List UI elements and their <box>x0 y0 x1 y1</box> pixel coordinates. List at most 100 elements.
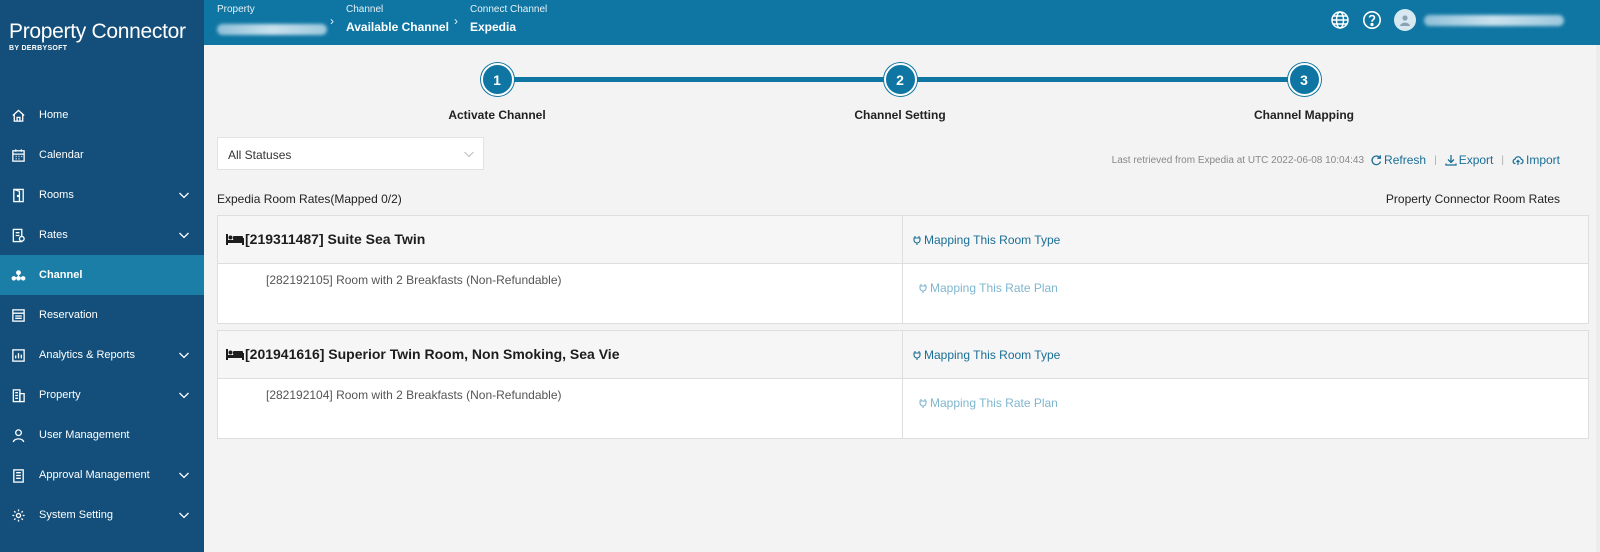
sidebar-item-analytics-reports[interactable]: Analytics & Reports <box>0 335 204 375</box>
user-icon <box>10 427 27 444</box>
room-cell: [219311487] Suite Sea Twin <box>218 216 903 263</box>
calendar-icon <box>10 147 27 164</box>
room-title: [219311487] Suite Sea Twin <box>226 231 425 247</box>
step-channel-mapping: 3 Channel Mapping <box>1204 63 1404 122</box>
sidebar-item-label: Reservation <box>39 309 98 321</box>
mapping-room-type-link[interactable]: Mapping This Room Type <box>912 233 1060 247</box>
sidebar-item-user-management[interactable]: User Management <box>0 415 204 455</box>
sidebar-item-label: Calendar <box>39 149 84 161</box>
rate-row: [282192104] Room with 2 Breakfasts (Non-… <box>218 379 1588 438</box>
step-label: Channel Mapping <box>1254 108 1354 122</box>
export-button[interactable]: Export <box>1445 153 1493 167</box>
user-avatar-icon <box>1400 15 1410 26</box>
room-title-text: [201941616] Superior Twin Room, Non Smok… <box>245 346 620 362</box>
room-title: [201941616] Superior Twin Room, Non Smok… <box>226 346 619 362</box>
room-mapping-card: [201941616] Superior Twin Room, Non Smok… <box>217 330 1589 439</box>
sidebar-item-property[interactable]: Property <box>0 375 204 415</box>
sidebar-item-rooms[interactable]: Rooms <box>0 175 204 215</box>
sidebar-item-label: Approval Management <box>39 469 150 481</box>
sidebar-item-calendar[interactable]: Calendar <box>0 135 204 175</box>
sidebar-item-reservation[interactable]: Reservation <box>0 295 204 335</box>
expedia-room-rates-title: Expedia Room Rates(Mapped 0/2) <box>217 192 402 206</box>
last-retrieved-text: Last retrieved from Expedia at UTC 2022-… <box>1111 154 1365 166</box>
chevron-down-icon[interactable] <box>178 389 190 401</box>
avatar[interactable] <box>1394 9 1416 31</box>
breadcrumb-channel[interactable]: Channel Available Channel <box>346 4 449 34</box>
room-mapping-cell: Mapping This Room Type <box>903 331 1588 378</box>
download-icon <box>1445 155 1457 166</box>
toolbar-actions: Last retrieved from Expedia at UTC 2022-… <box>1112 153 1560 167</box>
app-logo[interactable]: Property Connector BY DERBYSOFT <box>9 20 186 52</box>
import-button[interactable]: Import <box>1512 153 1560 167</box>
home-icon <box>10 107 27 124</box>
separator: | <box>1501 154 1504 166</box>
sidebar-item-rates[interactable]: Rates <box>0 215 204 255</box>
separator: | <box>1434 154 1437 166</box>
chevron-down-icon[interactable] <box>178 349 190 361</box>
step-label: Channel Setting <box>854 108 946 122</box>
room-mapping-card: [219311487] Suite Sea Twin Mapping This … <box>217 215 1589 324</box>
room-row: [201941616] Superior Twin Room, Non Smok… <box>218 331 1588 379</box>
help-icon[interactable] <box>1362 10 1382 30</box>
sidebar-item-label: Rates <box>39 229 68 241</box>
mapping-rate-plan-label: Mapping This Rate Plan <box>930 396 1058 410</box>
mapping-rate-plan-link[interactable]: Mapping This Rate Plan <box>918 281 1058 295</box>
sidebar-item-system-setting[interactable]: System Setting <box>0 495 204 535</box>
step-number: 1 <box>480 63 514 96</box>
building-icon <box>10 387 27 404</box>
sidebar-item-channel[interactable]: Channel <box>0 255 204 295</box>
mapping-room-type-label: Mapping This Room Type <box>924 233 1061 247</box>
status-filter-select[interactable]: All Statuses <box>217 137 484 170</box>
step-channel-setting: 2 Channel Setting <box>800 63 1000 122</box>
sidebar-item-label: Property <box>39 389 81 401</box>
clipboard-icon <box>10 467 27 484</box>
app-subtitle: BY DERBYSOFT <box>9 45 68 52</box>
sidebar: Property Connector BY DERBYSOFT Home Cal… <box>0 0 204 552</box>
breadcrumb-property-value-redacted <box>217 22 327 40</box>
room-title-text: [219311487] Suite Sea Twin <box>245 231 426 247</box>
sidebar-nav: Home Calendar Rooms Rates Channel Reserv… <box>0 95 204 535</box>
sidebar-item-label: Analytics & Reports <box>39 349 135 361</box>
top-bar: Property › Channel Available Channel › C… <box>204 0 1600 45</box>
sidebar-item-label: Home <box>39 109 69 121</box>
sidebar-item-label: Rooms <box>39 189 74 201</box>
chevron-down-icon[interactable] <box>178 469 190 481</box>
refresh-icon <box>1371 155 1382 166</box>
property-connector-room-rates-title: Property Connector Room Rates <box>1385 192 1560 206</box>
refresh-label: Refresh <box>1384 153 1427 167</box>
mapping-rate-plan-link[interactable]: Mapping This Rate Plan <box>918 396 1058 410</box>
room-cell: [201941616] Superior Twin Room, Non Smok… <box>218 331 903 378</box>
chevron-down-icon[interactable] <box>178 229 190 241</box>
breadcrumb-property[interactable]: Property <box>217 4 327 40</box>
sidebar-item-home[interactable]: Home <box>0 95 204 135</box>
bed-icon <box>226 349 244 360</box>
breadcrumb-connect-channel: Connect Channel Expedia <box>470 4 547 34</box>
breadcrumb-channel-value: Available Channel <box>346 20 449 34</box>
refresh-button[interactable]: Refresh <box>1370 153 1426 167</box>
chart-icon <box>10 347 27 364</box>
sidebar-item-label: Channel <box>39 269 83 281</box>
rate-plan-title: [282192104] Room with 2 Breakfasts (Non-… <box>266 388 562 402</box>
user-name-redacted[interactable] <box>1424 14 1564 26</box>
room-row: [219311487] Suite Sea Twin Mapping This … <box>218 216 1588 264</box>
mapping-rate-plan-label: Mapping This Rate Plan <box>930 281 1058 295</box>
sidebar-item-approval-management[interactable]: Approval Management <box>0 455 204 495</box>
rate-mapping-cell: Mapping This Rate Plan <box>903 264 1588 323</box>
chevron-right-icon: › <box>330 14 334 28</box>
step-number: 3 <box>1287 63 1321 96</box>
chevron-down-icon[interactable] <box>178 509 190 521</box>
mapping-room-type-label: Mapping This Room Type <box>924 348 1061 362</box>
mapping-room-type-link[interactable]: Mapping This Room Type <box>912 348 1060 362</box>
plug-icon <box>919 399 927 408</box>
rate-mapping-cell: Mapping This Rate Plan <box>903 379 1588 438</box>
reservation-icon <box>10 307 27 324</box>
chevron-down-icon[interactable] <box>178 189 190 201</box>
scrollbar[interactable] <box>1596 45 1600 552</box>
rate-cell: [282192104] Room with 2 Breakfasts (Non-… <box>218 379 903 438</box>
bed-icon <box>226 234 244 245</box>
door-icon <box>10 187 27 204</box>
stepper: 1 Activate Channel 2 Channel Setting 3 C… <box>204 60 1600 130</box>
cloud-upload-icon <box>1512 156 1524 165</box>
step-label: Activate Channel <box>448 108 546 122</box>
globe-icon[interactable] <box>1330 10 1350 30</box>
